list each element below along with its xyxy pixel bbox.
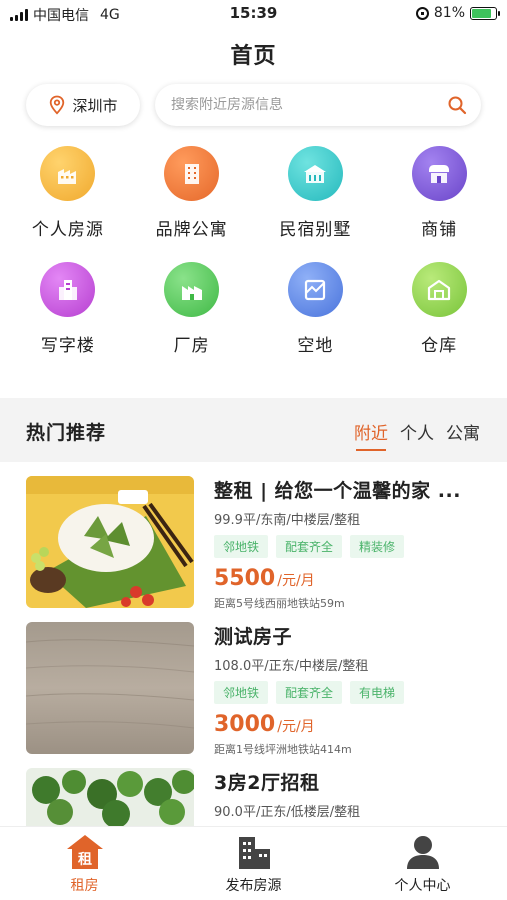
page-title: 首页: [230, 44, 277, 69]
category-vacant-land[interactable]: 空地: [254, 262, 378, 356]
listing-tag: 精装修: [350, 535, 405, 558]
price-value: 3000: [214, 712, 276, 737]
nav-publish[interactable]: 发布房源: [169, 827, 338, 900]
category-circle: [164, 146, 220, 201]
nav-label: 个人中心: [394, 878, 451, 894]
listing-info: 3房2厅招租 90.0平/正东/低楼层/整租: [214, 768, 481, 820]
status-bar: 中国电信 4G 15:39 81%: [0, 0, 507, 30]
profile-icon: [406, 836, 439, 869]
category-circle: [411, 262, 467, 317]
listing-tag: 邻地铁: [214, 535, 269, 558]
status-right: 81%: [415, 5, 500, 21]
plant-photo-image: [26, 768, 194, 826]
category-office-building[interactable]: 写字楼: [6, 262, 130, 356]
category-label: 民宿别墅: [279, 220, 352, 240]
category-label: 厂房: [173, 336, 210, 356]
listing-specs: 90.0平/正东/低楼层/整租: [214, 805, 361, 820]
listing-photo: [26, 476, 194, 608]
orientation-lock-icon: [415, 6, 429, 20]
listing-card[interactable]: 测试房子 108.0平/正东/中楼层/整租 邻地铁 配套齐全 有电梯 3000 …: [26, 622, 481, 756]
category-circle: [411, 146, 467, 201]
battery-fill: [472, 8, 491, 18]
listing-info: 测试房子 108.0平/正东/中楼层/整租 邻地铁 配套齐全 有电梯 3000 …: [214, 622, 484, 757]
nav-label: 发布房源: [225, 878, 282, 894]
listing-tag: 配套齐全: [276, 681, 343, 704]
land-icon: [305, 279, 326, 300]
office-building-icon: [58, 279, 77, 300]
filter-tabs: 附近 个人 公寓: [354, 419, 480, 451]
price-unit: /元/月: [277, 573, 315, 589]
nav-label: 租房: [70, 878, 99, 894]
price-unit: /元/月: [277, 719, 315, 735]
price-value: 5500: [214, 566, 276, 591]
category-warehouse[interactable]: 仓库: [377, 262, 501, 356]
listing-title: 3房2厅招租: [214, 772, 320, 794]
tab-nearby[interactable]: 附近: [354, 419, 388, 451]
listing-specs: 108.0平/正东/中楼层/整租: [214, 659, 369, 674]
location-pin-icon: [50, 95, 65, 115]
category-grid: 个人房源 品牌公寓 民宿别墅 商铺 写字楼 厂房 空地 仓库: [6, 146, 501, 356]
listing-distance: 距离1号线坪洲地铁站414m: [214, 743, 352, 756]
listing-tag: 有电梯: [350, 681, 405, 704]
search-input[interactable]: [171, 97, 447, 113]
category-circle: [164, 262, 220, 317]
listing-photo: [26, 768, 194, 826]
category-circle: [40, 146, 96, 201]
building-icon: [57, 168, 76, 184]
listing-specs: 99.9平/东南/中楼层/整租: [214, 513, 361, 528]
listing-tags: 邻地铁 配套齐全 有电梯: [214, 681, 484, 704]
category-label: 品牌公寓: [155, 220, 228, 240]
category-circle: [287, 262, 343, 317]
food-photo-image: [26, 476, 194, 608]
listing-card[interactable]: 3房2厅招租 90.0平/正东/低楼层/整租: [26, 768, 481, 826]
apartment-icon: [184, 163, 199, 184]
listing-title: 测试房子: [214, 626, 293, 648]
wood-texture-image: [26, 622, 194, 754]
category-label: 空地: [297, 336, 334, 356]
search-box[interactable]: [155, 84, 481, 126]
villa-icon: [304, 164, 327, 183]
listing-distance: 距离5号线西丽地铁站59m: [214, 597, 345, 610]
search-icon[interactable]: [447, 95, 467, 115]
category-label: 个人房源: [31, 220, 104, 240]
battery-percent: 81%: [433, 5, 465, 21]
category-label: 商铺: [421, 220, 458, 240]
nav-profile[interactable]: 个人中心: [338, 827, 507, 900]
listing-tag: 配套齐全: [276, 535, 343, 558]
svg-text:租: 租: [78, 851, 92, 868]
listing-card[interactable]: 整租 | 给您一个温馨的家 ... 99.9平/东南/中楼层/整租 邻地铁 配套…: [26, 476, 481, 610]
listing-tag: 邻地铁: [214, 681, 269, 704]
category-personal-listings[interactable]: 个人房源: [6, 146, 130, 240]
listing-price: 3000 /元/月: [214, 712, 484, 737]
category-shops[interactable]: 商铺: [377, 146, 501, 240]
battery-icon: [470, 6, 500, 20]
shop-icon: [429, 164, 450, 183]
listing-title: 整租 | 给您一个温馨的家 ...: [214, 480, 461, 502]
recommend-section-header: 热门推荐 附近 个人 公寓: [0, 398, 507, 462]
category-label: 仓库: [421, 336, 458, 356]
city-selector-button[interactable]: 深圳市: [26, 84, 140, 126]
listing-tags: 邻地铁 配套齐全 精装修: [214, 535, 484, 558]
category-circle: [287, 146, 343, 201]
tab-personal[interactable]: 个人: [400, 419, 434, 448]
tab-apartment[interactable]: 公寓: [446, 419, 480, 448]
category-label: 写字楼: [40, 336, 95, 356]
rent-house-icon: 租: [66, 835, 103, 869]
listing-photo: [26, 622, 194, 754]
listing-price: 5500 /元/月: [214, 566, 484, 591]
category-homestay-villa[interactable]: 民宿别墅: [254, 146, 378, 240]
recommend-title: 热门推荐: [26, 422, 107, 444]
city-label: 深圳市: [72, 96, 118, 115]
category-brand-apartments[interactable]: 品牌公寓: [130, 146, 254, 240]
nav-rent[interactable]: 租 租房: [0, 827, 169, 900]
warehouse-icon: [428, 279, 451, 300]
category-factory[interactable]: 厂房: [130, 262, 254, 356]
publish-building-icon: [238, 837, 270, 869]
listing-info: 整租 | 给您一个温馨的家 ... 99.9平/东南/中楼层/整租 邻地铁 配套…: [214, 476, 484, 611]
category-circle: [40, 262, 96, 317]
bottom-nav: 租 租房 发布房源 个人中心: [0, 826, 507, 900]
factory-icon: [181, 285, 202, 300]
